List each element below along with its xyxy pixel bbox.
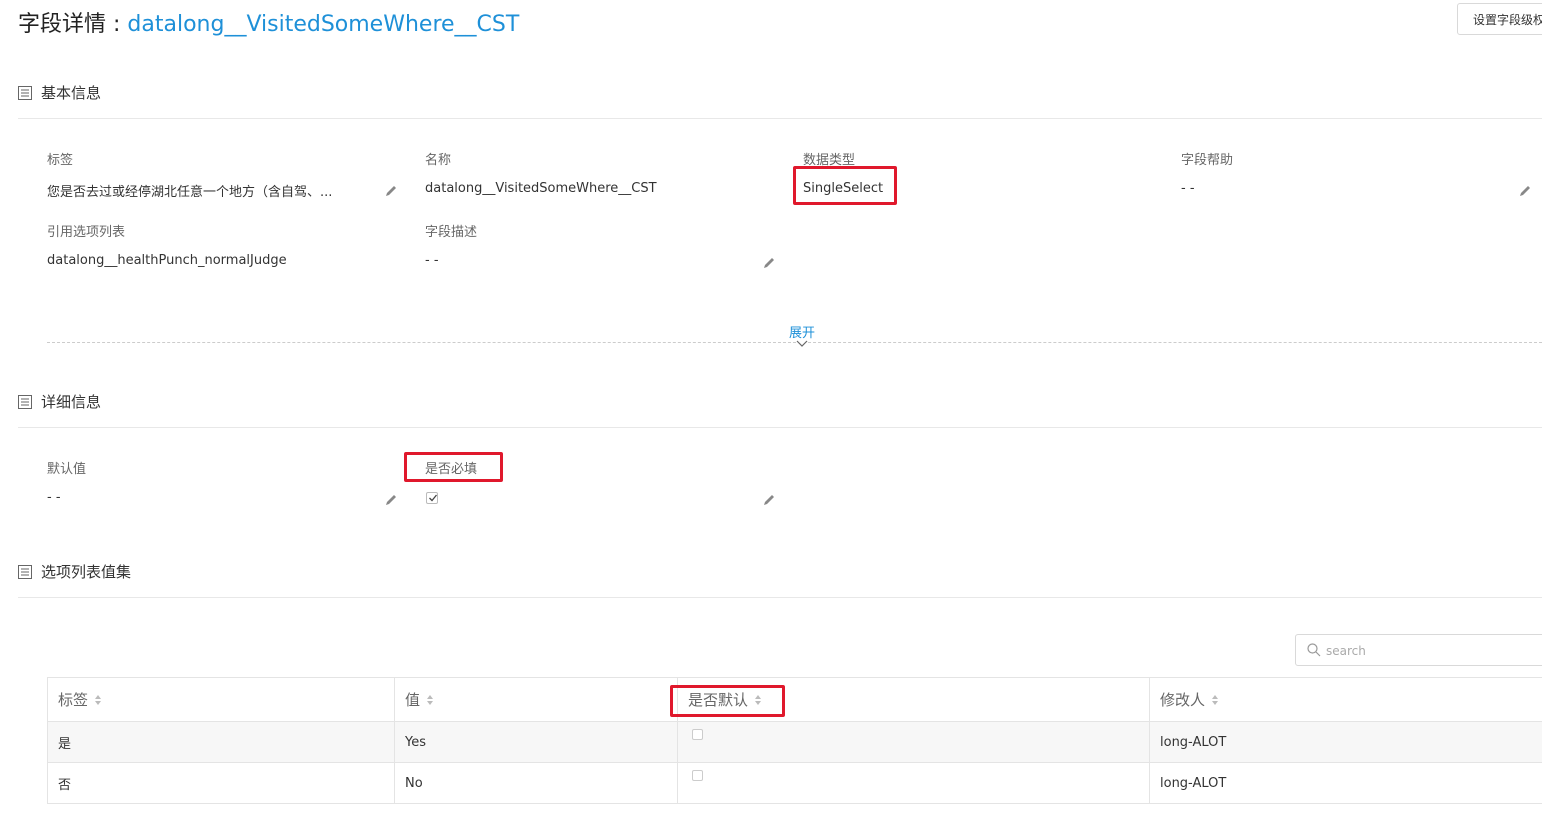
section-divider	[18, 427, 1542, 428]
table-row: 是 Yes long-ALOT	[47, 721, 1542, 763]
section-basic-info: 基本信息	[18, 82, 101, 103]
expand-link[interactable]: 展开	[789, 322, 815, 341]
value-picklist: datalong__healthPunch_normalJudge	[47, 253, 287, 268]
value-field-help: - -	[1181, 181, 1195, 196]
required-checkbox	[426, 492, 438, 504]
section-title: 详细信息	[41, 393, 102, 411]
field-api-name: datalong__VisitedSomeWhere__CST	[127, 12, 520, 37]
cell-modified-by: long-ALOT	[1149, 762, 1542, 804]
field-permission-button[interactable]: 设置字段级权限	[1457, 3, 1542, 35]
page-title: 字段详情 : datalong__VisitedSomeWhere__CST	[18, 6, 519, 38]
value-field-desc: - -	[425, 253, 439, 268]
section-detail-info: 详细信息	[18, 391, 101, 412]
value-field-label: 您是否去过或经停湖北任意一个地方（含自驾、...	[47, 185, 333, 200]
search-input[interactable]	[1326, 641, 1526, 661]
cell-default	[677, 762, 1150, 804]
sort-icon[interactable]	[426, 694, 434, 706]
page-title-prefix: 字段详情 :	[18, 12, 128, 37]
edit-pencil-icon[interactable]	[762, 256, 776, 270]
label-default-value: 默认值	[47, 462, 87, 477]
cell-label: 是	[47, 721, 395, 763]
label-required: 是否必填	[425, 462, 478, 477]
column-header-value[interactable]: 值	[394, 677, 678, 722]
label-field-desc: 字段描述	[425, 225, 478, 240]
table-row: 否 No long-ALOT	[47, 762, 1542, 804]
list-icon	[18, 85, 32, 100]
sort-icon[interactable]	[1211, 694, 1219, 706]
column-header-default[interactable]: 是否默认	[677, 677, 1150, 722]
default-checkbox	[692, 769, 703, 781]
section-divider	[18, 118, 1542, 119]
edit-pencil-icon[interactable]	[1518, 184, 1532, 198]
label-field-help: 字段帮助	[1181, 153, 1234, 168]
value-default-value: - -	[47, 490, 61, 505]
chevron-down-icon[interactable]	[796, 340, 808, 348]
list-icon	[18, 394, 32, 409]
list-icon	[18, 564, 32, 579]
cell-default	[677, 721, 1150, 763]
label-field-label: 标签	[47, 153, 74, 168]
edit-pencil-icon[interactable]	[384, 184, 398, 198]
cell-value: Yes	[394, 721, 678, 763]
cell-modified-by: long-ALOT	[1149, 721, 1542, 763]
picklist-table: 标签 值 是否默认 修改人 是 Yes long-ALOT 否 No long-…	[47, 677, 1542, 804]
expand-divider	[47, 342, 1542, 343]
edit-pencil-icon[interactable]	[762, 493, 776, 507]
edit-pencil-icon[interactable]	[384, 493, 398, 507]
section-title: 基本信息	[41, 84, 102, 102]
value-data-type: SingleSelect	[803, 181, 884, 196]
search-box[interactable]	[1295, 634, 1542, 666]
value-field-name: datalong__VisitedSomeWhere__CST	[425, 181, 657, 196]
cell-label: 否	[47, 762, 395, 804]
label-data-type: 数据类型	[803, 153, 856, 168]
section-title: 选项列表值集	[41, 563, 132, 581]
label-field-name: 名称	[425, 153, 452, 168]
cell-value: No	[394, 762, 678, 804]
column-header-modified-by[interactable]: 修改人	[1149, 677, 1542, 722]
search-icon	[1307, 643, 1321, 657]
sort-icon[interactable]	[754, 694, 762, 706]
default-checkbox	[692, 728, 703, 740]
label-picklist: 引用选项列表	[47, 225, 126, 240]
section-divider	[18, 597, 1542, 598]
section-picklist-values: 选项列表值集	[18, 561, 131, 582]
sort-icon[interactable]	[94, 694, 102, 706]
column-header-label[interactable]: 标签	[47, 677, 395, 722]
